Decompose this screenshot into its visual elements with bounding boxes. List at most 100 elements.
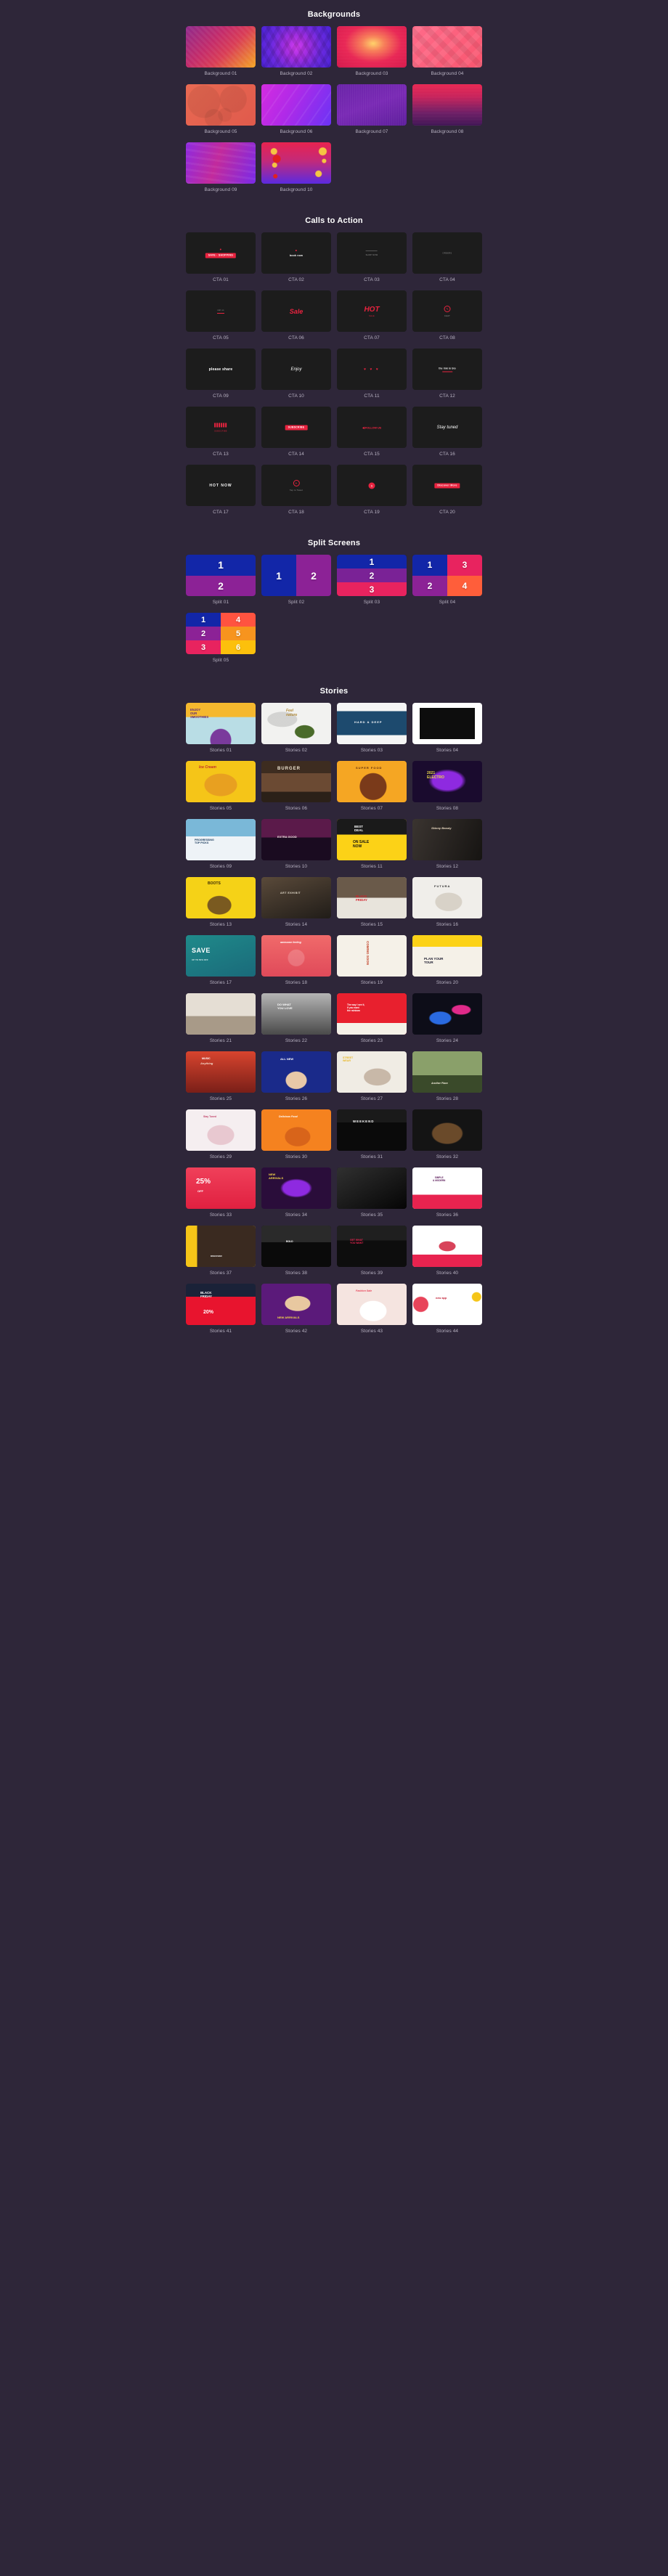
thumbnail-preview[interactable] bbox=[412, 1109, 482, 1151]
gallery-item[interactable]: PLAN YOUR TOUR Stories 20 bbox=[412, 935, 482, 992]
gallery-item[interactable]: 1 2 Split 01 bbox=[186, 555, 256, 611]
thumbnail-preview[interactable] bbox=[186, 993, 256, 1035]
thumbnail-preview[interactable] bbox=[412, 84, 482, 126]
gallery-item[interactable]: Stay tuned CTA 16 bbox=[412, 407, 482, 463]
thumbnail-preview[interactable]: please share bbox=[186, 349, 256, 390]
thumbnail-preview[interactable]: SUBSCRIBE bbox=[261, 407, 331, 448]
gallery-item[interactable]: Fashion Sale Stories 43 bbox=[337, 1284, 407, 1340]
gallery-item[interactable]: 1 2 Split 02 bbox=[261, 555, 331, 611]
thumbnail-preview[interactable]: HOT SALE bbox=[337, 290, 407, 332]
gallery-item[interactable]: ◀ FOLLOW US CTA 15 bbox=[337, 407, 407, 463]
gallery-item[interactable]: DO WHAT YOU LOVE Stories 22 bbox=[261, 993, 331, 1050]
gallery-item[interactable]: Stories 35 bbox=[337, 1167, 407, 1224]
gallery-item[interactable]: Delicious Food Stories 30 bbox=[261, 1109, 331, 1166]
thumbnail-preview[interactable]: 12 bbox=[186, 555, 256, 596]
gallery-item[interactable]: ALL NEW Stories 26 bbox=[261, 1051, 331, 1108]
gallery-item[interactable]: Stories 32 bbox=[412, 1109, 482, 1166]
gallery-item[interactable]: Feel nature Stories 02 bbox=[261, 703, 331, 759]
gallery-item[interactable]: Skinny Beauty Stories 12 bbox=[412, 819, 482, 876]
gallery-item[interactable]: new app Stories 44 bbox=[412, 1284, 482, 1340]
thumbnail-preview[interactable]: 142536 bbox=[186, 613, 256, 654]
gallery-item[interactable]: Background 02 bbox=[261, 26, 331, 83]
thumbnail-preview[interactable]: SUBSCRIBE bbox=[186, 407, 256, 448]
thumbnail-preview[interactable]: EXTRA GOOD bbox=[261, 819, 331, 860]
gallery-item[interactable]: BURGER Stories 06 bbox=[261, 761, 331, 818]
gallery-item[interactable]: STREET WEAR Stories 27 bbox=[337, 1051, 407, 1108]
gallery-item[interactable]: Background 04 bbox=[412, 26, 482, 83]
thumbnail-preview[interactable]: 123 bbox=[337, 555, 407, 596]
thumbnail-preview[interactable]: 1324 bbox=[412, 555, 482, 596]
thumbnail-preview[interactable]: PLAN YOUR TOUR bbox=[412, 935, 482, 977]
thumbnail-preview[interactable] bbox=[261, 142, 331, 184]
thumbnail-preview[interactable]: ✦ Tap to Tweet bbox=[261, 465, 331, 506]
gallery-item[interactable]: HOT NOW CTA 17 bbox=[186, 465, 256, 521]
thumbnail-preview[interactable]: 12 bbox=[261, 555, 331, 596]
gallery-item[interactable]: Background 05 bbox=[186, 84, 256, 141]
gallery-item[interactable]: SUPER FOOD Stories 07 bbox=[337, 761, 407, 818]
gallery-item[interactable]: Background 10 bbox=[261, 142, 331, 199]
gallery-item[interactable]: 2021 ELECTRO Stories 08 bbox=[412, 761, 482, 818]
gallery-item[interactable]: ✦ Tap to Tweet CTA 18 bbox=[261, 465, 331, 521]
gallery-item[interactable]: BLACK FRIDAY 20% Stories 41 bbox=[186, 1284, 256, 1340]
gallery-item[interactable]: the link in bio CTA 12 bbox=[412, 349, 482, 405]
thumbnail-preview[interactable]: DO WHAT YOU LOVE bbox=[261, 993, 331, 1035]
gallery-item[interactable]: FUTURA Stories 16 bbox=[412, 877, 482, 934]
gallery-item[interactable]: 1 3 2 4 Split 04 bbox=[412, 555, 482, 611]
gallery-item[interactable]: ENJOYOURSMOOTHIES Stories 01 bbox=[186, 703, 256, 759]
thumbnail-preview[interactable]: 25% OFF bbox=[186, 1167, 256, 1209]
thumbnail-preview[interactable]: S bbox=[337, 465, 407, 506]
gallery-item[interactable]: HOT SALE CTA 07 bbox=[337, 290, 407, 347]
gallery-item[interactable]: SHOP NOW CTA 03 bbox=[337, 232, 407, 289]
thumbnail-preview[interactable]: SAVE UP TO 50% OFF bbox=[186, 935, 256, 977]
gallery-item[interactable]: Ice Cream Stories 05 bbox=[186, 761, 256, 818]
gallery-item[interactable]: Background 09 bbox=[186, 142, 256, 199]
gallery-item[interactable]: Stay Tuned Stories 29 bbox=[186, 1109, 256, 1166]
gallery-item[interactable]: SUBSCRIBE CTA 14 bbox=[261, 407, 331, 463]
gallery-item[interactable]: MINIMAL Stories 04 bbox=[412, 703, 482, 759]
thumbnail-preview[interactable]: Stay Tuned bbox=[186, 1109, 256, 1151]
thumbnail-preview[interactable] bbox=[186, 26, 256, 68]
thumbnail-preview[interactable] bbox=[186, 142, 256, 184]
thumbnail-preview[interactable]: ALL NEW bbox=[261, 1051, 331, 1093]
gallery-item[interactable]: Background 08 bbox=[412, 84, 482, 141]
gallery-item[interactable]: 1 2 3 Split 03 bbox=[337, 555, 407, 611]
thumbnail-preview[interactable]: Another Place bbox=[412, 1051, 482, 1093]
gallery-item[interactable]: Discover More CTA 20 bbox=[412, 465, 482, 521]
thumbnail-preview[interactable] bbox=[186, 84, 256, 126]
gallery-item[interactable]: 25% OFF Stories 33 bbox=[186, 1167, 256, 1224]
thumbnail-preview[interactable]: WEEKEND bbox=[337, 1109, 407, 1151]
gallery-item[interactable]: book now CTA 02 bbox=[261, 232, 331, 289]
gallery-item[interactable]: ♥ ♥ ♥ CTA 11 bbox=[337, 349, 407, 405]
thumbnail-preview[interactable]: ART EXHIBIT bbox=[261, 877, 331, 918]
thumbnail-preview[interactable]: Discover More bbox=[412, 465, 482, 506]
gallery-item[interactable]: SUBSCRIBE CTA 13 bbox=[186, 407, 256, 463]
thumbnail-preview[interactable]: BLACK FRIDAY bbox=[337, 877, 407, 918]
gallery-item[interactable]: Stories 21 bbox=[186, 993, 256, 1050]
thumbnail-preview[interactable]: STREET WEAR bbox=[337, 1051, 407, 1093]
thumbnail-preview[interactable]: Ice Cream bbox=[186, 761, 256, 802]
thumbnail-preview[interactable]: Fashion Sale bbox=[337, 1284, 407, 1325]
thumbnail-preview[interactable]: FUTURA bbox=[412, 877, 482, 918]
thumbnail-preview[interactable] bbox=[261, 84, 331, 126]
thumbnail-preview[interactable]: SHOP NOW bbox=[337, 232, 407, 274]
thumbnail-preview[interactable] bbox=[412, 1226, 482, 1267]
gallery-item[interactable]: DISCOVER Stories 37 bbox=[186, 1226, 256, 1282]
thumbnail-preview[interactable] bbox=[337, 1167, 407, 1209]
thumbnail-preview[interactable]: BEST DEAL ON SALE NOW bbox=[337, 819, 407, 860]
thumbnail-preview[interactable]: ✎ CHAT bbox=[412, 290, 482, 332]
gallery-item[interactable]: Stories 40 bbox=[412, 1226, 482, 1282]
thumbnail-preview[interactable]: the link in bio bbox=[412, 349, 482, 390]
thumbnail-preview[interactable]: DISCOVER bbox=[186, 1226, 256, 1267]
thumbnail-preview[interactable]: NEW ARRIVALS bbox=[261, 1284, 331, 1325]
gallery-item[interactable]: S CTA 19 bbox=[337, 465, 407, 521]
thumbnail-preview[interactable] bbox=[412, 26, 482, 68]
gallery-item[interactable]: The way I see it, if you want the rainbow S… bbox=[337, 993, 407, 1050]
gallery-item[interactable]: Background 01 bbox=[186, 26, 256, 83]
gallery-item[interactable]: HARD & DEEP Stories 03 bbox=[337, 703, 407, 759]
thumbnail-preview[interactable]: new app bbox=[412, 1284, 482, 1325]
gallery-item[interactable]: Stories 24 bbox=[412, 993, 482, 1050]
gallery-item[interactable]: MUSIC Anything Stories 25 bbox=[186, 1051, 256, 1108]
thumbnail-preview[interactable] bbox=[412, 993, 482, 1035]
thumbnail-preview[interactable]: Delicious Food bbox=[261, 1109, 331, 1151]
thumbnail-preview[interactable]: NEW ARRIVALS bbox=[261, 1167, 331, 1209]
